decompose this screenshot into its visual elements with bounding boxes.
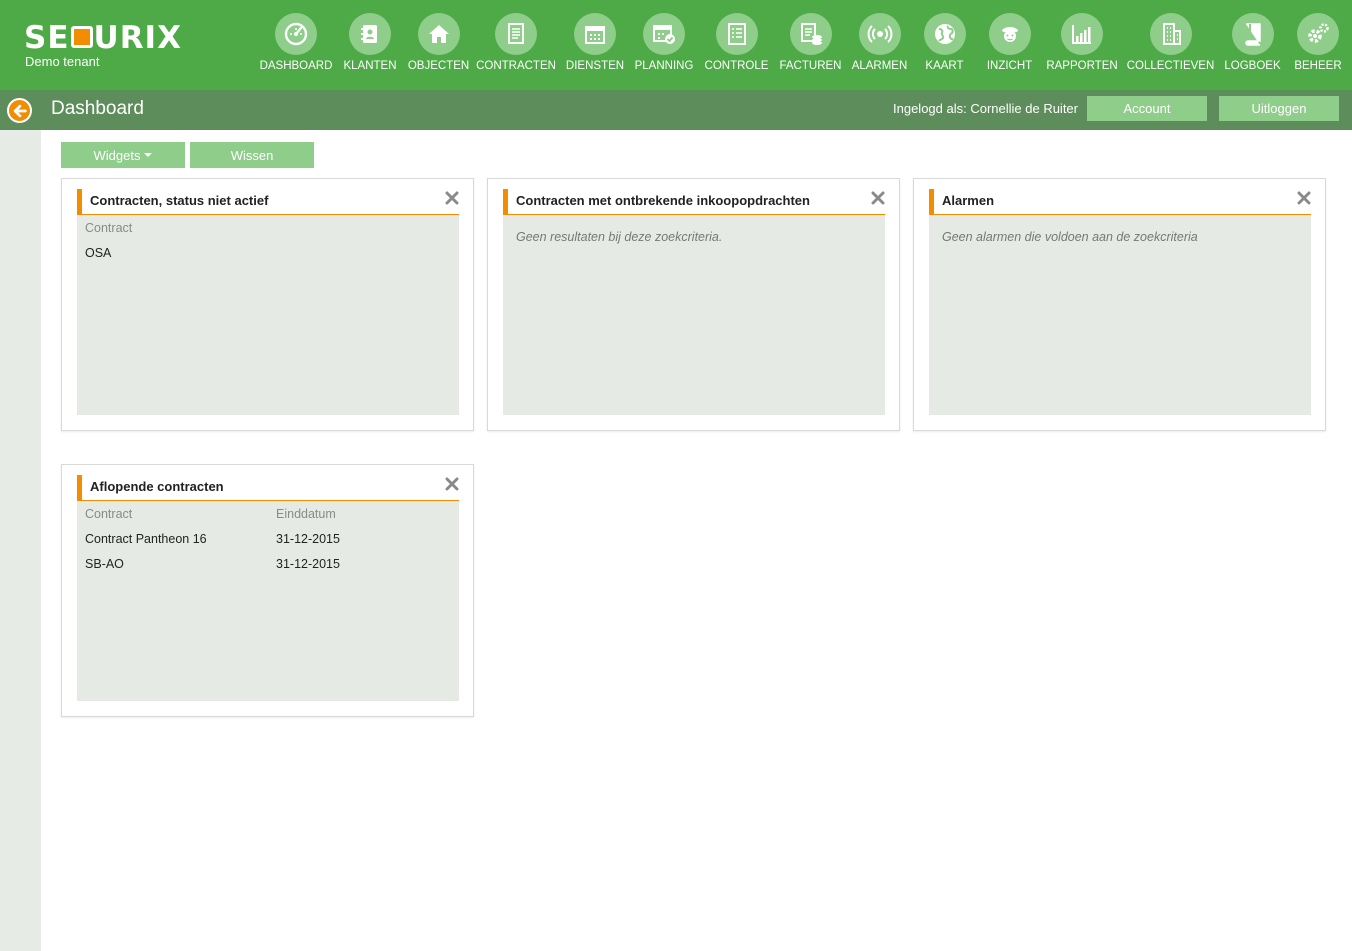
close-icon[interactable] [871, 191, 885, 205]
empty-message: Geen resultaten bij deze zoekcriteria. [516, 230, 723, 244]
widget-inactive-contracts: Contracten, status niet actief Contract … [61, 178, 474, 431]
nav-item-contracten[interactable]: CONTRACTEN [471, 0, 561, 90]
tenant-name: Demo tenant [25, 54, 100, 69]
nav-item-rapporten[interactable]: RAPPORTEN [1042, 0, 1122, 90]
calendar-icon [574, 13, 616, 55]
nav-item-objecten[interactable]: OBJECTEN [406, 0, 471, 90]
logo-text-part-1: SE [24, 20, 70, 56]
globe-icon [923, 13, 966, 55]
left-rail [0, 130, 41, 951]
nav-item-controle[interactable]: CONTROLE [699, 0, 774, 90]
nav-item-logboek[interactable]: LOGBOEK [1219, 0, 1286, 90]
close-icon[interactable] [445, 191, 459, 205]
page-title: Dashboard [51, 98, 144, 119]
logo-text-part-2: URIX [93, 20, 182, 56]
close-icon[interactable] [445, 477, 459, 491]
bar-chart-icon [1061, 13, 1103, 55]
nav-item-facturen[interactable]: FACTUREN [774, 0, 847, 90]
top-navigation-bar: SEQURIX Demo tenant DASHBOARD KLANTEN OB… [0, 0, 1352, 90]
dashboard-gauge-icon [275, 13, 317, 55]
nav-label: ALARMEN [851, 60, 908, 72]
widget-header: Aflopende contracten [77, 475, 459, 501]
empty-message: Geen alarmen die voldoen aan de zoekcrit… [942, 230, 1198, 244]
main-nav: DASHBOARD KLANTEN OBJECTEN CONTRACTEN DI… [258, 0, 1350, 90]
caret-down-icon [144, 153, 153, 157]
nav-item-inzicht[interactable]: INZICHT [977, 0, 1042, 90]
widget-body: Contract Einddatum Contract Pantheon 16 … [77, 501, 459, 701]
nav-label: CONTRACTEN [476, 60, 556, 72]
widget-body: Contract OSA [77, 215, 459, 415]
nav-label: BEHEER [1294, 60, 1342, 72]
book-icon [1231, 13, 1274, 55]
nav-label: COLLECTIEVEN [1126, 60, 1215, 72]
nav-label: FACTUREN [779, 60, 842, 72]
gears-icon [1297, 13, 1339, 55]
sequrix-logo[interactable]: SEQURIX Demo tenant [24, 20, 224, 80]
nav-label: PLANNING [634, 60, 694, 72]
widget-title: Aflopende contracten [90, 479, 224, 494]
back-button[interactable] [0, 90, 40, 130]
widget-body: Geen alarmen die voldoen aan de zoekcrit… [929, 215, 1311, 415]
alarm-signal-icon [858, 13, 901, 55]
nav-item-alarmen[interactable]: ALARMEN [847, 0, 912, 90]
nav-item-collectieven[interactable]: COLLECTIEVEN [1122, 0, 1219, 90]
page-header-bar: Dashboard Ingelogd als: Cornellie de Rui… [0, 90, 1352, 130]
widget-header: Contracten, status niet actief [77, 189, 459, 215]
account-button[interactable]: Account [1087, 96, 1207, 121]
table-cell-end-date: 31-12-2015 [276, 532, 340, 546]
nav-label: INZICHT [986, 60, 1033, 72]
nav-label: KAART [925, 60, 964, 72]
address-book-icon [349, 13, 391, 55]
nav-item-planning[interactable]: PLANNING [629, 0, 699, 90]
logo-wordmark: SEQURIX [24, 20, 182, 56]
widgets-dropdown-button[interactable]: Widgets [61, 142, 185, 168]
widget-title: Contracten met ontbrekende inkoopopdrach… [516, 193, 810, 208]
widget-body: Geen resultaten bij deze zoekcriteria. [503, 215, 885, 415]
widget-header: Contracten met ontbrekende inkoopopdrach… [503, 189, 885, 215]
table-cell-end-date: 31-12-2015 [276, 557, 340, 571]
table-cell-contract[interactable]: OSA [85, 246, 111, 260]
table-cell-contract[interactable]: Contract Pantheon 16 [85, 532, 207, 546]
logo-q-mark-icon: Q [70, 26, 93, 48]
column-header-contract: Contract [85, 507, 133, 521]
invoice-coins-icon [789, 13, 832, 55]
nav-label: KLANTEN [343, 60, 397, 72]
nav-label: DIENSTEN [565, 60, 625, 72]
widget-title: Contracten, status niet actief [90, 193, 269, 208]
nav-label: OBJECTEN [407, 60, 470, 72]
widget-expiring-contracts: Aflopende contracten Contract Einddatum … [61, 464, 474, 717]
logout-button[interactable]: Uitloggen [1219, 96, 1339, 121]
guard-icon [988, 13, 1031, 55]
nav-item-beheer[interactable]: BEHEER [1286, 0, 1350, 90]
widget-missing-purchase-orders: Contracten met ontbrekende inkoopopdrach… [487, 178, 900, 431]
checklist-icon [715, 13, 758, 55]
nav-item-klanten[interactable]: KLANTEN [334, 0, 406, 90]
close-icon[interactable] [1297, 191, 1311, 205]
widget-alarms: Alarmen Geen alarmen die voldoen aan de … [913, 178, 1326, 431]
arrow-left-icon [7, 98, 32, 123]
home-icon [417, 13, 460, 55]
nav-label: CONTROLE [704, 60, 769, 72]
column-header-end-date: Einddatum [276, 507, 336, 521]
nav-item-kaart[interactable]: KAART [912, 0, 977, 90]
nav-label: RAPPORTEN [1046, 60, 1118, 72]
document-icon [495, 13, 537, 55]
nav-item-diensten[interactable]: DIENSTEN [561, 0, 629, 90]
nav-label: DASHBOARD [259, 60, 333, 72]
widget-title: Alarmen [942, 193, 995, 208]
column-header-contract: Contract [85, 221, 133, 235]
calendar-check-icon [643, 13, 685, 55]
nav-item-dashboard[interactable]: DASHBOARD [258, 0, 334, 90]
clear-button[interactable]: Wissen [190, 142, 314, 168]
table-cell-contract[interactable]: SB-AO [85, 557, 124, 571]
logged-in-user: Ingelogd als: Cornellie de Ruiter [893, 101, 1078, 116]
building-icon [1149, 13, 1192, 55]
widget-header: Alarmen [929, 189, 1311, 215]
nav-label: LOGBOEK [1224, 60, 1281, 72]
widgets-label: Widgets [93, 147, 141, 163]
